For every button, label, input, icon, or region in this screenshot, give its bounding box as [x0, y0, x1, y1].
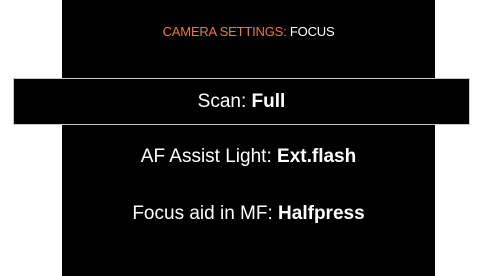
menu-item-focus-aid-mf[interactable]: Focus aid in MF: Halfpress	[62, 203, 435, 225]
menu-section-title: CAMERA SETTINGS:	[162, 24, 287, 39]
menu-item-af-assist-light[interactable]: AF Assist Light: Ext.flash	[62, 146, 435, 168]
camera-menu-screen	[62, 0, 435, 276]
menu-item-scan[interactable]: Scan: Full	[13, 78, 470, 125]
menu-item-label: Focus aid in MF:	[132, 203, 273, 224]
menu-item-value: Full	[251, 91, 286, 112]
menu-item-label: Scan:	[197, 91, 247, 112]
menu-item-value: Ext.flash	[277, 146, 357, 167]
menu-subsection-title: FOCUS	[289, 24, 335, 39]
menu-item-label: AF Assist Light:	[140, 146, 272, 167]
menu-header: CAMERA SETTINGS: FOCUS	[62, 24, 435, 39]
menu-item-value: Halfpress	[278, 203, 365, 224]
